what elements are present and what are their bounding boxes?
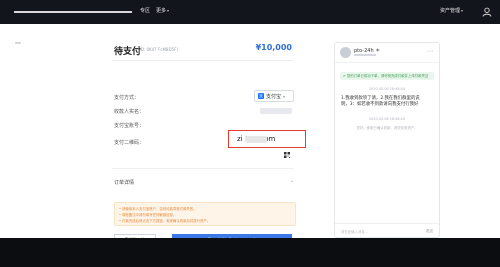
order-details-toggle[interactable]: 订单详情 [114, 179, 134, 186]
method-label: 支付方式： [114, 95, 140, 101]
divider [112, 60, 294, 61]
chevron-down-icon[interactable]: ⌄ [290, 178, 294, 184]
user-icon[interactable] [482, 7, 492, 17]
top-nav-bar: 专区 更多▾ 资产管理▾ [0, 0, 500, 24]
nav-link-assets-label: 资产管理 [440, 8, 461, 14]
page-title: 待支付 [114, 47, 142, 57]
chat-message-line: 明，3：如若收不到款请向我支付行我好 [341, 102, 419, 107]
payment-notice: • 请使用本人支付宝账户，否则可能导致付款失败。 • 转账备注中请勿填写任何敏感… [114, 202, 296, 226]
nav-link-more[interactable]: 更多▾ [156, 7, 169, 14]
notice-line: • 转账备注中请勿填写任何敏感信息。 [119, 213, 177, 217]
more-icon[interactable]: ⋯ [427, 48, 433, 55]
chevron-down-icon: ▾ [461, 8, 464, 13]
alipay-icon: 支 [258, 93, 264, 99]
avatar [340, 47, 351, 58]
chat-user-name[interactable]: pto-24h ＊ [354, 47, 380, 54]
bottom-band [0, 238, 500, 267]
chat-panel: pto-24h ＊ ⋯ ✔ 您的订单已成功下单，请尽快完成付款并上传付款凭证 2… [334, 42, 440, 238]
account-mask [245, 136, 267, 143]
account-highlight-box: zi 163.com [228, 130, 306, 148]
nav-link-assets[interactable]: 资产管理▾ [440, 7, 463, 14]
account-label: 支付宝账号： [114, 123, 145, 129]
chat-input[interactable]: 请在此输入消息... [341, 229, 368, 234]
back-arrow-icon[interactable] [15, 42, 21, 44]
chevron-down-icon: ▾ [167, 8, 170, 13]
chat-header: pto-24h ＊ ⋯ [335, 43, 439, 63]
qr-code-label: 支付二维码： [114, 140, 145, 146]
nav-link-more-label: 更多 [156, 8, 167, 14]
payment-amount: ¥10,000 [255, 43, 292, 52]
payee-name-value [260, 108, 292, 114]
payment-method-select[interactable]: 支 支付宝 ▾ [254, 90, 294, 102]
order-id: (ID: 0K47 FcM8D5F) [138, 47, 178, 52]
payment-method-value: 支付宝 [266, 93, 282, 100]
chat-user-status [354, 54, 376, 56]
divider [112, 168, 294, 169]
system-message: ✔ 您的订单已成功下单，请尽快完成付款并上传付款凭证 [340, 72, 434, 80]
send-button[interactable]: 发送 [426, 229, 433, 234]
nav-link-zone[interactable]: 专区 [140, 7, 150, 14]
system-message: 您好，卖家已确认收款，请您查收资产。 [356, 126, 418, 130]
message-timestamp: 2020-05-08 18:48:44 [368, 117, 405, 121]
payee-name-label: 收款人实名： [114, 109, 145, 115]
qr-code-icon[interactable] [284, 152, 290, 158]
notice-line: • 请使用本人支付宝账户，否则可能导致付款失败。 [119, 207, 197, 211]
chat-input-area[interactable]: 请在此输入消息... 发送 [335, 223, 439, 237]
nav-logo-bar [14, 11, 132, 13]
notice-line: • 付款完成后请点击下方按钮，卖家确认收款后将放行资产。 [119, 219, 211, 223]
payment-card: 待支付 (ID: 0K47 FcM8D5F) ¥10,000 支付方式： 支 支… [106, 38, 306, 248]
chevron-down-icon: ▾ [283, 93, 286, 99]
message-timestamp: 2020-05-08 18:48:04 [368, 87, 405, 91]
main-page: 待支付 (ID: 0K47 FcM8D5F) ¥10,000 支付方式： 支 支… [0, 24, 500, 248]
